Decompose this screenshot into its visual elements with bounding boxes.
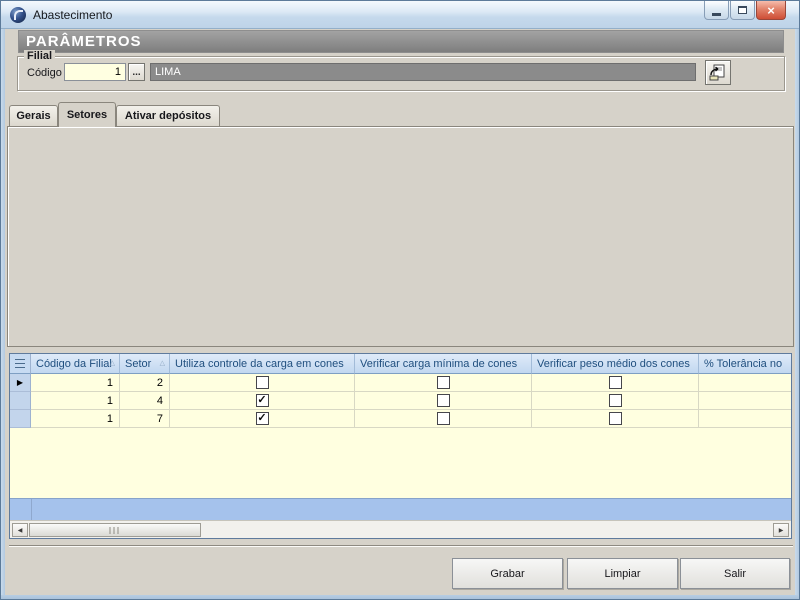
scroll-right-icon: ▶ xyxy=(779,527,784,534)
document-arrow-icon xyxy=(709,64,727,81)
scrollbar-thumb[interactable] xyxy=(29,523,201,537)
tab-ativar-depositos[interactable]: Ativar depósitos xyxy=(116,105,220,126)
grip-icon xyxy=(110,527,121,534)
grid-checkbox[interactable] xyxy=(437,376,450,389)
row-selector[interactable] xyxy=(10,410,31,428)
cell-setor[interactable]: 4 xyxy=(120,392,170,410)
cell-verificar-carga[interactable] xyxy=(355,374,532,392)
change-filial-button[interactable] xyxy=(705,60,731,85)
tab-setores[interactable]: Setores xyxy=(58,102,116,127)
cell-codigo[interactable]: 1 xyxy=(31,392,120,410)
cell-utiliza[interactable] xyxy=(170,374,355,392)
divider xyxy=(9,545,793,547)
sort-asc-icon: △ xyxy=(110,359,115,367)
limpiar-button[interactable]: Limpiar xyxy=(567,558,678,589)
sort-asc-icon: △ xyxy=(160,359,165,367)
grid-corner-header[interactable] xyxy=(10,354,31,374)
tab-gerais[interactable]: Gerais xyxy=(9,105,58,126)
column-header-utiliza[interactable]: Utiliza controle da carga em cones xyxy=(170,354,355,374)
column-header-verificar-peso[interactable]: Verificar peso médio dos cones xyxy=(532,354,699,374)
app-icon xyxy=(10,7,26,23)
cell-tolerancia[interactable] xyxy=(699,392,791,410)
current-row-icon: ▶ xyxy=(17,378,23,387)
window-frame-right xyxy=(795,29,799,599)
cell-utiliza[interactable]: ✓ xyxy=(170,392,355,410)
cell-verificar-peso[interactable] xyxy=(532,410,699,428)
divider xyxy=(31,499,32,520)
grabar-button[interactable]: Grabar xyxy=(452,558,563,589)
cell-codigo[interactable]: 1 xyxy=(31,410,120,428)
cell-tolerancia[interactable] xyxy=(699,374,791,392)
maximize-button[interactable] xyxy=(730,1,755,20)
page-title: PARÂMETROS xyxy=(18,30,784,53)
cell-setor[interactable]: 2 xyxy=(120,374,170,392)
row-selector[interactable]: ▶ xyxy=(10,374,31,392)
grid-new-row-band[interactable] xyxy=(10,498,791,520)
column-header-tolerancia[interactable]: % Tolerância no xyxy=(699,354,791,374)
filial-name-display: LIMA xyxy=(150,63,696,81)
codigo-browse-button[interactable]: ... xyxy=(128,63,145,81)
column-header-label: Código da Filial xyxy=(36,358,112,370)
row-selector[interactable] xyxy=(10,392,31,410)
cell-utiliza[interactable]: ✓ xyxy=(170,410,355,428)
cell-tolerancia[interactable] xyxy=(699,410,791,428)
salir-button[interactable]: Salir xyxy=(680,558,790,589)
minimize-icon xyxy=(712,13,721,16)
grid-checkbox[interactable] xyxy=(437,394,450,407)
cell-codigo[interactable]: 1 xyxy=(31,374,120,392)
cell-setor[interactable]: 7 xyxy=(120,410,170,428)
codigo-input[interactable]: 1 xyxy=(64,63,126,81)
column-header-codigo[interactable]: Código da Filial△ xyxy=(31,354,120,374)
grid-checkbox[interactable] xyxy=(609,376,622,389)
app-window: Abastecimento × PARÂMETROS Filial Código… xyxy=(0,0,800,600)
close-button[interactable]: × xyxy=(756,1,786,20)
grid-checkbox[interactable]: ✓ xyxy=(256,394,269,407)
column-header-label: Setor xyxy=(125,358,151,370)
column-header-setor[interactable]: Setor △ xyxy=(120,354,170,374)
codigo-label: Código xyxy=(27,67,62,79)
setores-tab-panel xyxy=(7,126,794,347)
maximize-icon xyxy=(738,6,747,14)
window-title: Abastecimento xyxy=(33,8,112,22)
grid-checkbox[interactable] xyxy=(256,376,269,389)
list-icon xyxy=(15,359,25,368)
grid-checkbox[interactable]: ✓ xyxy=(256,412,269,425)
cell-verificar-carga[interactable] xyxy=(355,410,532,428)
grid-checkbox[interactable] xyxy=(609,394,622,407)
window-frame-left xyxy=(1,29,5,599)
column-header-verificar-carga[interactable]: Verificar carga mínima de cones xyxy=(355,354,532,374)
title-bar: Abastecimento × xyxy=(1,1,799,29)
grid-checkbox[interactable] xyxy=(609,412,622,425)
close-icon: × xyxy=(767,4,775,17)
filial-group-label: Filial xyxy=(24,50,55,62)
grid-checkbox[interactable] xyxy=(437,412,450,425)
horizontal-scrollbar[interactable]: ◀ ▶ xyxy=(10,520,791,538)
setores-grid: Código da Filial△ Setor△ Utiliza control… xyxy=(9,353,792,539)
window-frame-bottom xyxy=(1,595,799,599)
scroll-left-button[interactable]: ◀ xyxy=(12,523,28,537)
scroll-right-button[interactable]: ▶ xyxy=(773,523,789,537)
cell-verificar-peso[interactable] xyxy=(532,392,699,410)
cell-verificar-carga[interactable] xyxy=(355,392,532,410)
scroll-left-icon: ◀ xyxy=(18,527,23,534)
cell-verificar-peso[interactable] xyxy=(532,374,699,392)
minimize-button[interactable] xyxy=(704,1,729,20)
